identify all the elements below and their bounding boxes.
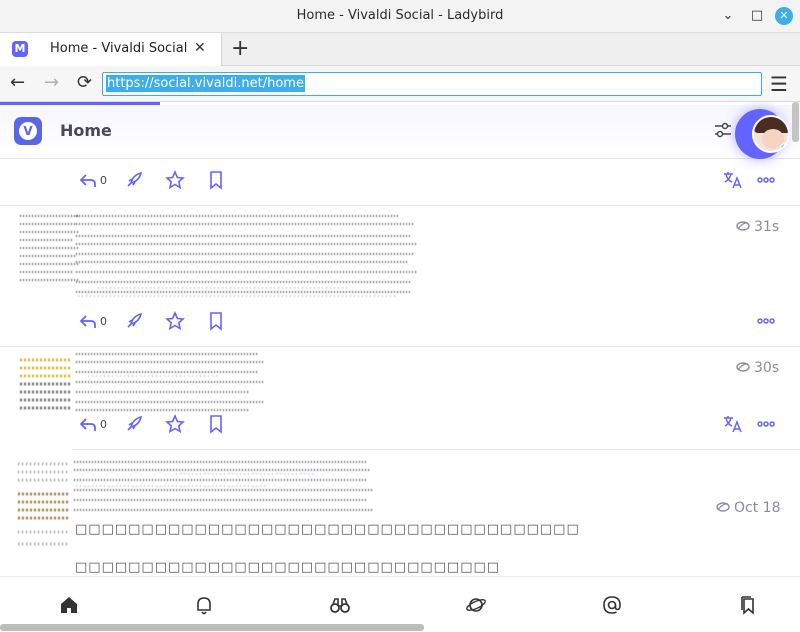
bookmark-icon[interactable] [206, 311, 226, 331]
bookmarks-icon[interactable] [737, 594, 759, 616]
post-content-obscured [18, 350, 268, 416]
browser-menu-button[interactable]: ☰ [770, 72, 788, 96]
settings-sliders-icon[interactable] [714, 121, 732, 139]
bell-icon[interactable] [193, 594, 215, 616]
post-time: Oct 18 [734, 500, 781, 516]
more-options-icon[interactable] [756, 170, 776, 190]
post-timestamp[interactable]: Oct 18 [716, 500, 780, 516]
url-text[interactable]: https://social.vivaldi.net/home [106, 75, 305, 92]
vertical-scrollbar[interactable] [792, 102, 799, 142]
bookmark-icon[interactable] [206, 414, 226, 434]
reply-icon[interactable] [78, 170, 98, 190]
close-window-button[interactable]: ✕ [775, 7, 793, 25]
post-text-line: □□□□□□□□□□□□□□□□□□□□□□□□□□□□□□□□ [75, 560, 501, 575]
post-timestamp[interactable]: 31s [736, 219, 779, 235]
tab-bar: M Home - Vivaldi Social ✕ + [0, 33, 800, 66]
boost-rocket-icon[interactable] [124, 170, 144, 190]
favourite-star-icon[interactable] [165, 310, 185, 331]
post-content-obscured [16, 458, 378, 554]
globe-icon [716, 502, 730, 512]
post-content-obscured [18, 210, 418, 302]
reply-count: 0 [100, 418, 107, 431]
post-text-line: □□□□□□□□□□□□□□□□□□□□□□□□□□□□□□□□□□□□□□ [75, 522, 580, 537]
post-actions: 0 [0, 165, 800, 195]
post-timestamp[interactable]: 30s [736, 360, 779, 376]
reply-icon[interactable] [78, 414, 98, 434]
reply-count: 0 [100, 174, 107, 187]
binoculars-icon[interactable] [329, 594, 351, 616]
back-button[interactable]: ← [10, 72, 25, 93]
vivaldi-logo-icon: V [19, 122, 37, 140]
translate-icon[interactable] [723, 414, 743, 434]
translate-icon[interactable] [723, 170, 743, 190]
post-actions: 0 [0, 409, 800, 439]
boost-rocket-icon[interactable] [124, 414, 144, 434]
navigation-bar: ← → ⟳ https://social.vivaldi.net/home ☰ [0, 66, 800, 102]
post-actions: 0 [0, 306, 800, 336]
post-divider [0, 346, 800, 347]
tab-close-button[interactable]: ✕ [194, 40, 206, 56]
post-time: 31s [754, 219, 780, 235]
more-options-icon[interactable] [756, 311, 776, 331]
reload-button[interactable]: ⟳ [77, 72, 92, 93]
planet-icon[interactable] [465, 594, 487, 616]
avatar[interactable] [752, 115, 790, 153]
vivaldi-logo[interactable]: V [14, 117, 42, 145]
window-titlebar: Home - Vivaldi Social - Ladybird ⌄ □ ✕ [0, 0, 800, 33]
page-content: V Home 0 31s 0 30s 0 Oct 18 □□□□□□□□□□□□… [0, 102, 800, 632]
globe-icon [736, 221, 750, 231]
post-divider [0, 205, 800, 206]
favourite-star-icon[interactable] [165, 169, 185, 190]
bookmark-icon[interactable] [206, 170, 226, 190]
column-header: V Home [0, 105, 800, 159]
home-icon[interactable] [58, 594, 80, 616]
forward-button[interactable]: → [44, 72, 59, 93]
tab-home[interactable]: M Home - Vivaldi Social ✕ [0, 33, 222, 66]
more-options-icon[interactable] [756, 414, 776, 434]
post-divider [72, 449, 800, 450]
boost-rocket-icon[interactable] [124, 311, 144, 331]
horizontal-scrollbar[interactable] [0, 624, 424, 631]
reply-count: 0 [100, 315, 107, 328]
new-tab-button[interactable]: + [231, 36, 249, 61]
post-time: 30s [754, 360, 780, 376]
globe-icon [736, 362, 750, 372]
mastodon-favicon-icon: M [12, 41, 28, 57]
favourite-star-icon[interactable] [165, 413, 185, 434]
minimize-button[interactable]: ⌄ [719, 7, 737, 25]
tab-label: Home - Vivaldi Social [50, 41, 188, 56]
address-bar[interactable]: https://social.vivaldi.net/home [102, 72, 762, 96]
page-title: Home [60, 121, 112, 140]
avatar-badge [780, 143, 788, 151]
maximize-button[interactable]: □ [748, 7, 766, 25]
window-title: Home - Vivaldi Social - Ladybird [296, 8, 504, 23]
reply-icon[interactable] [78, 311, 98, 331]
at-icon[interactable] [601, 594, 623, 616]
